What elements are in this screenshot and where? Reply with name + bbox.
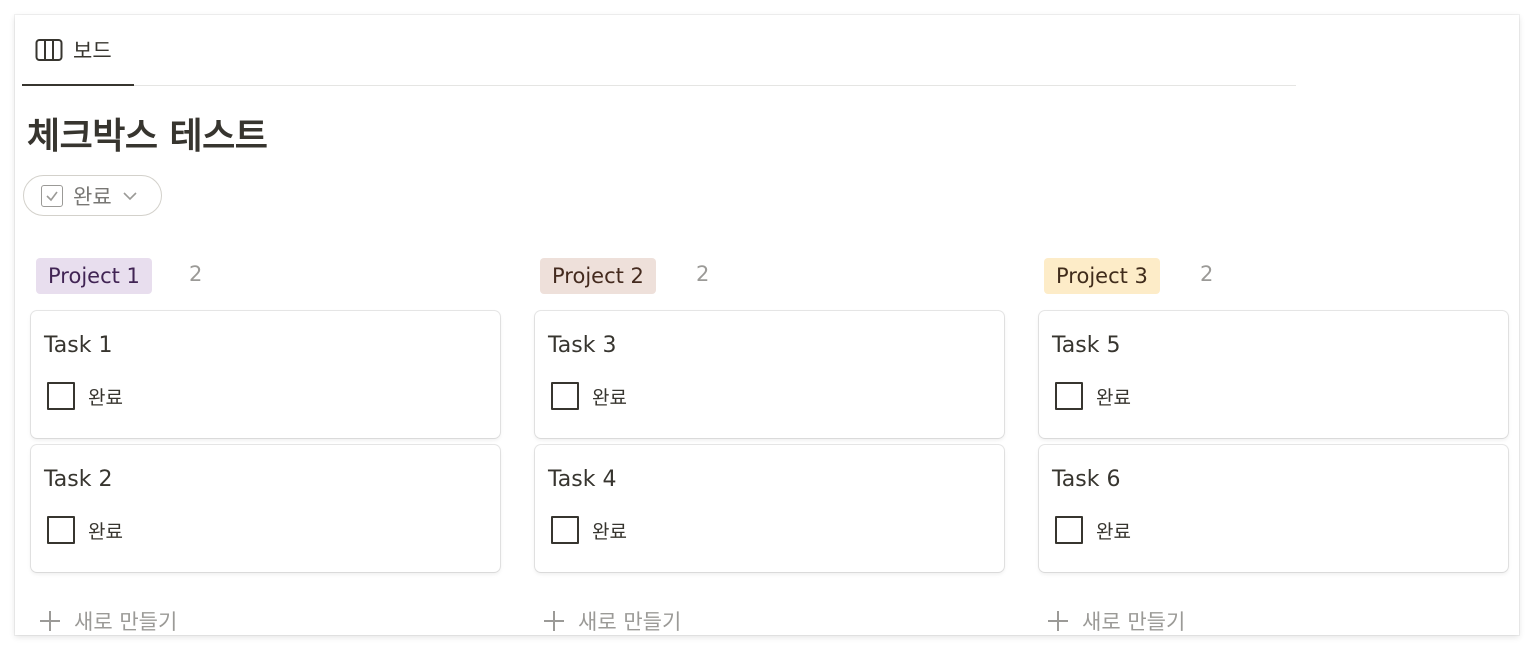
card-property: 완료 bbox=[1055, 516, 1131, 544]
checkbox-label: 완료 bbox=[88, 520, 123, 543]
done-checkbox[interactable] bbox=[1055, 516, 1083, 544]
board-card[interactable]: Task 5 완료 bbox=[1039, 311, 1508, 438]
group-label[interactable]: Project 2 bbox=[540, 258, 656, 294]
new-card-button[interactable]: 새로 만들기 bbox=[542, 606, 681, 635]
board-column-project-1: Project 1 2 Task 1 완료 Task 2 완료 새로 만들기 bbox=[30, 258, 500, 634]
group-count: 2 bbox=[696, 262, 710, 286]
tab-board[interactable]: 보드 bbox=[22, 15, 134, 86]
new-card-button[interactable]: 새로 만들기 bbox=[1046, 606, 1185, 635]
done-checkbox[interactable] bbox=[551, 382, 579, 410]
done-checkbox[interactable] bbox=[47, 382, 75, 410]
tab-board-label: 보드 bbox=[73, 38, 112, 63]
column-header: Project 3 2 bbox=[1038, 258, 1508, 294]
board-card[interactable]: Task 2 완료 bbox=[31, 445, 500, 572]
board-column-project-3: Project 3 2 Task 5 완료 Task 6 완료 새로 만들기 bbox=[1038, 258, 1508, 634]
group-count: 2 bbox=[1200, 262, 1214, 286]
column-header: Project 1 2 bbox=[30, 258, 500, 294]
checkbox-label: 완료 bbox=[1096, 386, 1131, 409]
new-card-label: 새로 만들기 bbox=[74, 610, 178, 634]
new-card-label: 새로 만들기 bbox=[578, 610, 682, 634]
card-title: Task 3 bbox=[548, 333, 617, 358]
card-title: Task 4 bbox=[548, 467, 617, 492]
column-header: Project 2 2 bbox=[534, 258, 1004, 294]
group-label[interactable]: Project 3 bbox=[1044, 258, 1160, 294]
plus-icon bbox=[1046, 609, 1070, 633]
page-title[interactable]: 체크박스 테스트 bbox=[27, 107, 268, 159]
chevron-down-icon bbox=[122, 188, 138, 204]
card-property: 완료 bbox=[1055, 382, 1131, 410]
done-checkbox[interactable] bbox=[1055, 382, 1083, 410]
card-property: 완료 bbox=[47, 382, 123, 410]
done-checkbox[interactable] bbox=[551, 516, 579, 544]
plus-icon bbox=[542, 609, 566, 633]
group-label[interactable]: Project 1 bbox=[36, 258, 152, 294]
board-card[interactable]: Task 3 완료 bbox=[535, 311, 1004, 438]
view-tabbar: 보드 bbox=[22, 15, 1296, 86]
filter-chip-label: 완료 bbox=[73, 184, 112, 209]
card-title: Task 1 bbox=[44, 333, 113, 358]
board-card[interactable]: Task 6 완료 bbox=[1039, 445, 1508, 572]
filter-chip[interactable]: 완료 bbox=[23, 175, 162, 216]
card-title: Task 2 bbox=[44, 467, 113, 492]
checkbox-label: 완료 bbox=[88, 386, 123, 409]
done-checkbox[interactable] bbox=[47, 516, 75, 544]
board-card[interactable]: Task 4 완료 bbox=[535, 445, 1004, 572]
new-card-button[interactable]: 새로 만들기 bbox=[38, 606, 177, 635]
board-view: 보드 체크박스 테스트 완료 Project 1 2 Task 1 완료 Tas… bbox=[15, 15, 1519, 635]
board-card[interactable]: Task 1 완료 bbox=[31, 311, 500, 438]
board-view-icon bbox=[35, 38, 63, 62]
card-property: 완료 bbox=[551, 516, 627, 544]
new-card-label: 새로 만들기 bbox=[1082, 610, 1186, 634]
card-title: Task 5 bbox=[1052, 333, 1121, 358]
checkbox-label: 완료 bbox=[592, 386, 627, 409]
card-title: Task 6 bbox=[1052, 467, 1121, 492]
checkbox-label: 완료 bbox=[1096, 520, 1131, 543]
board-column-project-2: Project 2 2 Task 3 완료 Task 4 완료 새로 만들기 bbox=[534, 258, 1004, 634]
plus-icon bbox=[38, 609, 62, 633]
group-count: 2 bbox=[189, 262, 203, 286]
card-property: 완료 bbox=[551, 382, 627, 410]
checkbox-label: 완료 bbox=[592, 520, 627, 543]
checkbox-icon bbox=[41, 184, 63, 207]
card-property: 완료 bbox=[47, 516, 123, 544]
